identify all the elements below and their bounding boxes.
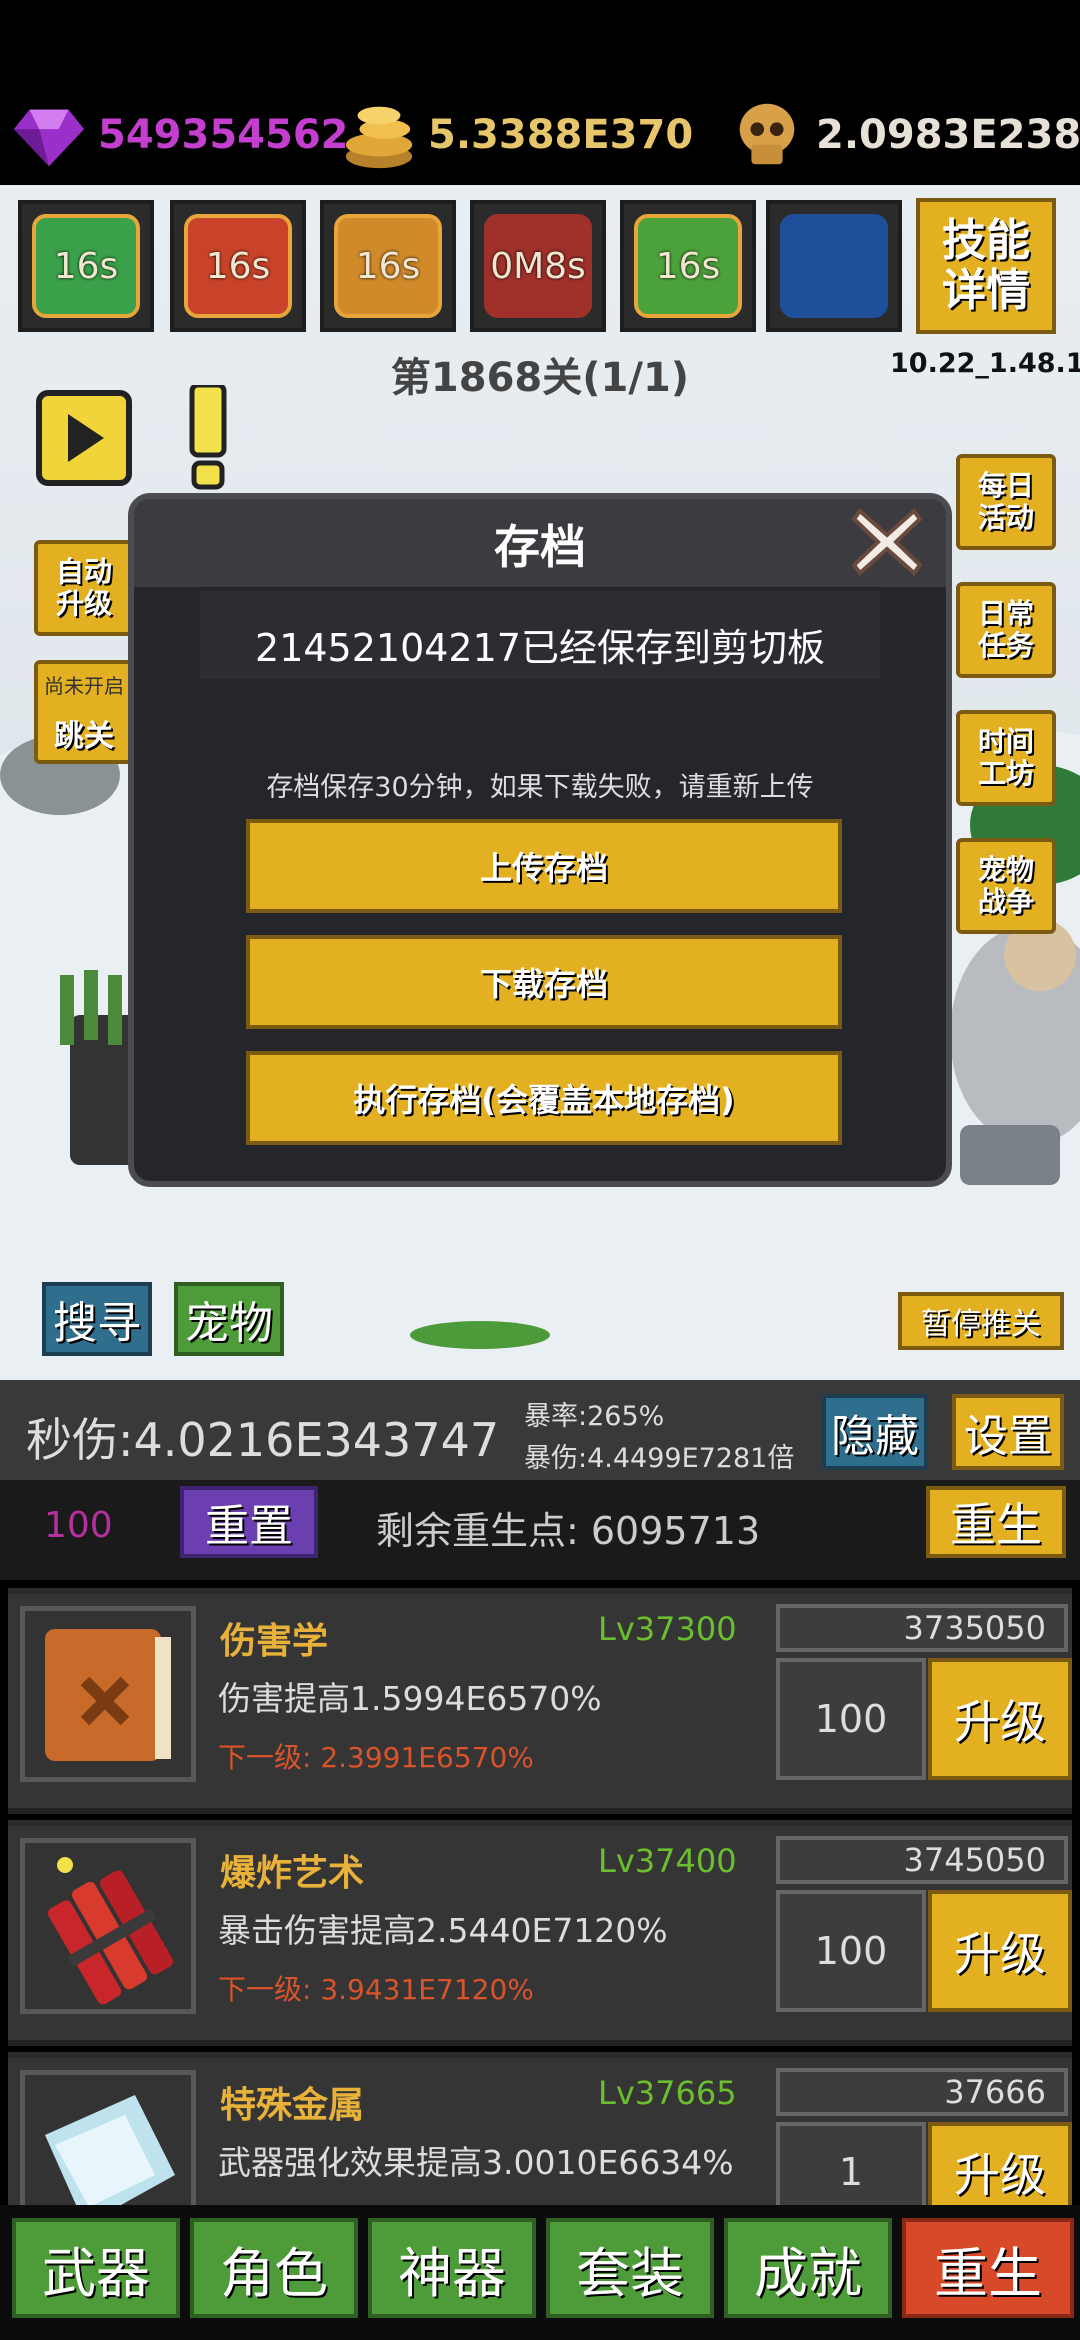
pet-war-button[interactable]: 宠物 战争 (956, 838, 1056, 934)
download-save-button[interactable]: 下载存档 (246, 935, 842, 1029)
tab-weapons[interactable]: 武器 (12, 2218, 180, 2318)
tab-artifacts[interactable]: 神器 (368, 2218, 536, 2318)
damage-book-icon (20, 1606, 196, 1782)
upgrade-quantity[interactable]: 100 (776, 1890, 926, 2012)
upgrade-cost: 37666 (776, 2068, 1068, 2116)
dialog-title: 存档 (494, 520, 586, 574)
skill-cooldown-label: 16s (184, 214, 292, 318)
upgrade-name: 伤害学 (220, 1621, 329, 1662)
time-workshop-button[interactable]: 时间 工坊 (956, 710, 1056, 806)
gold-currency: 5.3388E370 (340, 95, 693, 175)
hide-button[interactable]: 隐藏 (822, 1394, 928, 1470)
upgrade-effect: 暴击伤害提高2.5440E7120% (218, 1911, 668, 1950)
upgrade-card: 特殊金属 Lv37665 武器强化效果提高3.0010E6634% 37666 … (8, 2052, 1072, 2230)
version-label: 10.22_1.48.1 (890, 348, 1080, 379)
pause-push-button[interactable]: 暂停推关 (898, 1292, 1064, 1350)
upgrade-name: 特殊金属 (220, 2085, 365, 2126)
skip-label: 跳关 (54, 719, 114, 754)
save-dialog: 存档 21452104217已经保存到剪切板 存档保存30分钟，如果下载失败，请… (128, 493, 952, 1187)
skull-currency: 2.0983E238 (728, 95, 1080, 175)
upgrade-next-level: 下一级: 3.9431E7120% (218, 1973, 534, 2006)
upgrade-card: 伤害学 Lv37300 伤害提高1.5994E6570% 下一级: 2.3991… (8, 1588, 1072, 1814)
skill-slot-4[interactable]: 0M8s (470, 200, 606, 332)
upgrade-button[interactable]: 升级 (928, 2122, 1072, 2218)
gold-coins-icon (345, 106, 413, 169)
upgrade-level: Lv37665 (598, 2074, 737, 2112)
skull-icon (739, 103, 795, 165)
save-message: 21452104217已经保存到剪切板 (255, 626, 825, 670)
dps-label: 秒伤:4.0216E343747 (26, 1413, 500, 1467)
crit-damage-label: 暴伤:4.4499E7281倍 (524, 1443, 795, 1474)
reset-button[interactable]: 重置 (180, 1486, 318, 1558)
upgrade-quantity[interactable]: 100 (776, 1658, 926, 1780)
search-button[interactable]: 搜寻 (42, 1282, 152, 1356)
upgrade-level: Lv37400 (598, 1842, 737, 1880)
daily-event-button[interactable]: 每日 活动 (956, 454, 1056, 550)
alert-icon[interactable] (188, 382, 228, 490)
apply-save-button[interactable]: 执行存档(会覆盖本地存档) (246, 1051, 842, 1145)
upgrade-name: 爆炸艺术 (220, 1853, 365, 1894)
skill-cooldown-label: 0M8s (484, 214, 592, 318)
gold-count: 5.3388E370 (428, 112, 694, 158)
gem-currency: 549354562 (10, 95, 349, 175)
close-icon[interactable] (846, 501, 928, 583)
settings-button[interactable]: 设置 (952, 1394, 1064, 1470)
upgrade-quantity[interactable]: 1 (776, 2122, 926, 2218)
upgrade-effect: 武器强化效果提高3.0010E6634% (218, 2143, 734, 2182)
tab-character[interactable]: 角色 (190, 2218, 358, 2318)
skill-cooldown-label: 16s (32, 214, 140, 318)
upgrade-button[interactable]: 升级 (928, 1890, 1072, 2012)
rebirth-button[interactable]: 重生 (926, 1486, 1066, 1558)
rebirth-points: 剩余重生点: 6095713 (376, 1509, 761, 1553)
upgrade-effect: 伤害提高1.5994E6570% (218, 1679, 602, 1718)
skull-count: 2.0983E238 (816, 112, 1080, 158)
skip-locked-note: 尚未开启 (44, 674, 124, 698)
tab-sets[interactable]: 套装 (546, 2218, 714, 2318)
daily-task-button[interactable]: 日常 任务 (956, 582, 1056, 678)
tab-rebirth[interactable]: 重生 (902, 2218, 1074, 2318)
gem-count: 549354562 (98, 112, 349, 158)
tab-achievements[interactable]: 成就 (724, 2218, 892, 2318)
upgrade-cost: 3745050 (776, 1836, 1068, 1884)
play-icon (68, 414, 104, 462)
skill-cooldown-label: 16s (634, 214, 742, 318)
upgrade-card: 爆炸艺术 Lv37400 暴击伤害提高2.5440E7120% 下一级: 3.9… (8, 1820, 1072, 2046)
skill-slot-1[interactable]: 16s (18, 200, 154, 332)
upgrade-next-level: 下一级: 2.3991E6570% (218, 1741, 534, 1774)
gem-icon (13, 109, 85, 167)
skill-cooldown-label: 16s (334, 214, 442, 318)
skill-detail-button[interactable]: 技能 详情 (916, 198, 1056, 334)
skill-cooldown-label (780, 214, 888, 318)
upgrade-button[interactable]: 升级 (928, 1658, 1072, 1780)
skip-stage-button[interactable]: 尚未开启 跳关 (34, 660, 134, 764)
upgrade-cost: 3735050 (776, 1604, 1068, 1652)
play-button[interactable] (36, 390, 132, 486)
skill-slot-2[interactable]: 16s (170, 200, 306, 332)
crit-rate-label: 暴率:265% (524, 1401, 665, 1432)
skill-slot-3[interactable]: 16s (320, 200, 456, 332)
upgrade-level: Lv37300 (598, 1610, 737, 1648)
dynamite-icon (20, 1838, 196, 2014)
skill-slot-6[interactable] (766, 200, 902, 332)
rebirth-count: 100 (44, 1505, 113, 1546)
skill-slot-5[interactable]: 16s (620, 200, 756, 332)
save-note: 存档保存30分钟，如果下载失败，请重新上传 (266, 772, 814, 803)
upload-save-button[interactable]: 上传存档 (246, 819, 842, 913)
pet-button[interactable]: 宠物 (174, 1282, 284, 1356)
auto-upgrade-button[interactable]: 自动 升级 (34, 540, 134, 636)
